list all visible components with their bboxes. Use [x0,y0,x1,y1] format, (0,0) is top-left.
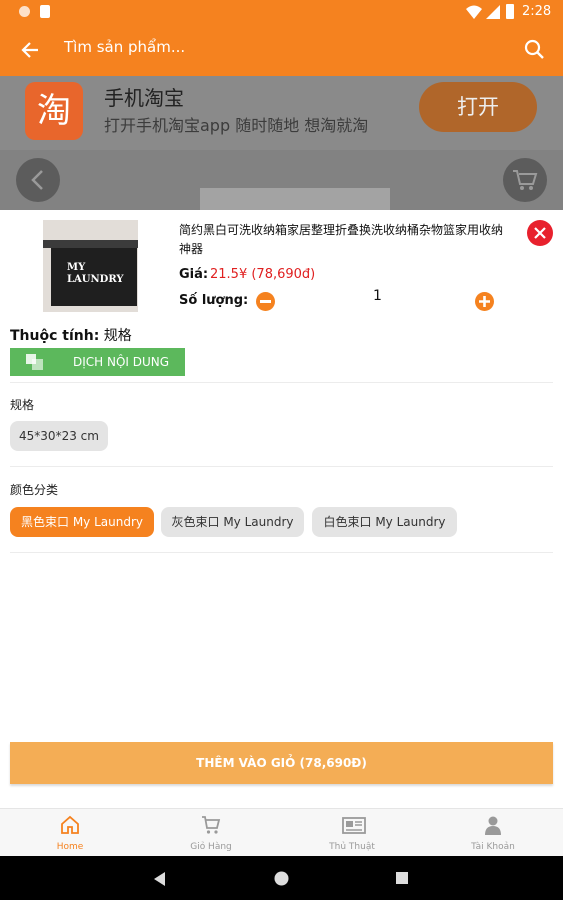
system-navigation-bar [0,856,563,900]
tab-home[interactable]: Home [0,809,140,857]
wifi-icon [466,5,482,19]
add-to-cart-button[interactable]: THÊM VÀO GIỎ (78,690Đ) [10,742,553,784]
user-icon [485,816,501,835]
tab-home-label: Home [56,842,84,852]
product-image: MY LAUNDRY [43,220,138,312]
app-bar: Tìm sản phẩm... [0,24,563,76]
cart-icon [202,816,221,834]
notification-dot-icon [19,6,30,17]
color-option-black[interactable]: 黑色束口 My Laundry [10,507,154,537]
newspaper-icon [342,817,366,834]
taobao-logo: 淘 [25,82,83,140]
search-placeholder[interactable]: Tìm sản phẩm... [64,38,185,56]
open-app-button[interactable]: 打开 [419,82,537,132]
plus-icon [479,296,490,307]
signal-icon [486,5,500,19]
tab-tips-label: Thủ Thuật [329,842,375,852]
divider [10,552,553,553]
tab-cart[interactable]: Giỏ Hàng [141,809,281,857]
quantity-increase-button[interactable] [475,292,494,311]
price-label: Giá: [179,267,209,282]
close-button[interactable] [527,220,553,246]
background-product-page: 淘 手机淘宝 打开手机淘宝app 随时随地 想淘就淘 打开 [0,76,563,210]
cart-icon [513,170,538,190]
taobao-app-tagline: 打开手机淘宝app 随时随地 想淘就淘 [104,116,369,135]
laundry-bag-rim-shape [43,240,138,248]
quantity-value[interactable]: 1 [373,288,382,304]
tab-cart-label: Giỏ Hàng [190,842,232,852]
status-time: 2:28 [522,4,552,19]
tab-account[interactable]: Tài Khoản [423,809,563,857]
minus-icon [260,300,271,303]
battery-icon [506,4,514,19]
tab-tips[interactable]: Thủ Thuật [282,809,422,857]
chevron-left-icon [31,170,43,190]
search-icon[interactable] [524,39,545,60]
back-arrow-icon[interactable] [20,40,40,60]
quantity-label: Số lượng: [179,293,249,308]
system-home-icon[interactable] [273,870,290,887]
attribute-row: Thuộc tính: 规格 [10,325,132,345]
color-group-title: 颜色分类 [10,483,59,497]
divider [10,382,553,383]
gallery-shelf-shape [200,188,390,210]
product-options-sheet: MY LAUNDRY 简约黑白可洗收纳箱家居整理折叠换洗收纳桶杂物篮家用收纳神器… [0,210,563,808]
system-recents-icon[interactable] [396,872,408,884]
close-icon [534,227,546,239]
attribute-label: Thuộc tính: [10,328,100,344]
tab-account-label: Tài Khoản [471,842,515,852]
spec-option-chip[interactable]: 45*30*23 cm [10,421,108,451]
translate-content-button[interactable]: DỊCH NỘI DUNG [10,348,185,376]
attribute-value: 规格 [103,328,132,344]
quantity-decrease-button[interactable] [256,292,275,311]
color-option-gray[interactable]: 灰色束口 My Laundry [161,507,304,537]
product-image-text: MY LAUNDRY [67,262,124,285]
price-value: 21.5¥ (78,690đ) [210,267,316,282]
bottom-navigation: Home Giỏ Hàng Thủ Thuật Tài Khoản [0,808,563,857]
system-back-icon[interactable] [154,872,166,886]
status-bar: 2:28 [0,0,563,24]
home-icon [61,815,79,834]
translate-icon [26,354,43,370]
spec-group-title: 规格 [10,398,35,412]
divider [10,466,553,467]
product-title: 简约黑白可洗收纳箱家居整理折叠换洗收纳桶杂物篮家用收纳神器 [179,223,504,256]
translate-label: DỊCH NỘI DUNG [73,355,170,369]
color-option-white[interactable]: 白色束口 My Laundry [312,507,457,537]
taobao-app-name: 手机淘宝 [104,86,184,110]
gallery-prev-button[interactable] [16,158,60,202]
sd-card-icon [40,5,50,18]
gallery-cart-button[interactable] [503,158,547,202]
